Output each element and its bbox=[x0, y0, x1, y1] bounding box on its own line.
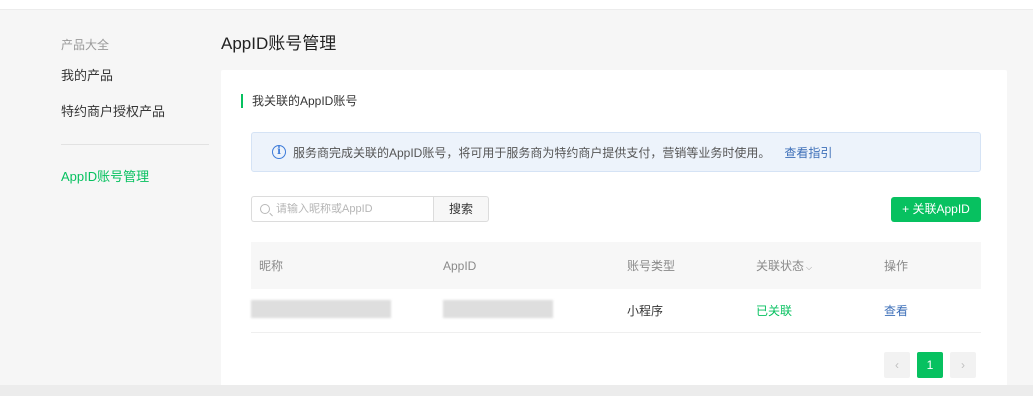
column-header-appid: AppID bbox=[443, 258, 477, 273]
cell-nickname bbox=[251, 300, 443, 321]
add-appid-button[interactable]: + 关联AppID bbox=[891, 197, 981, 222]
pagination: ‹ 1 › bbox=[884, 352, 976, 378]
column-header-nickname: 昵称 bbox=[259, 259, 284, 273]
search-field[interactable] bbox=[251, 196, 433, 222]
page-1-button[interactable]: 1 bbox=[917, 352, 943, 378]
prev-page-button[interactable]: ‹ bbox=[884, 352, 910, 378]
sidebar-item-my-products[interactable]: 我的产品 bbox=[61, 58, 209, 94]
main-card: 我关联的AppID账号 i 服务商完成关联的AppID账号，将可用于服务商为特约… bbox=[221, 70, 1007, 396]
notice-text: 服务商完成关联的AppID账号，将可用于服务商为特约商户提供支付，营销等业务时使… bbox=[293, 145, 771, 160]
page-title: AppID账号管理 bbox=[221, 34, 337, 53]
search-input[interactable] bbox=[276, 203, 426, 215]
view-guide-link[interactable]: 查看指引 bbox=[784, 144, 832, 161]
column-header-status-label: 关联状态 bbox=[756, 259, 805, 273]
sidebar-group-title: 产品大全 bbox=[61, 38, 110, 52]
search-icon bbox=[260, 204, 270, 214]
search-bar: 搜索 bbox=[251, 196, 489, 222]
column-header-status[interactable]: 关联状态 ⌵ bbox=[756, 257, 884, 274]
redacted-nickname bbox=[251, 300, 391, 318]
column-header-action: 操作 bbox=[884, 259, 909, 273]
cell-status: 已关联 bbox=[756, 304, 793, 318]
table-header: 昵称 AppID 账号类型 关联状态 ⌵ 操作 bbox=[251, 242, 981, 289]
redacted-appid bbox=[443, 300, 553, 318]
top-bar bbox=[0, 0, 1033, 10]
sidebar: 产品大全 我的产品 特约商户授权产品 AppID账号管理 bbox=[61, 30, 209, 195]
sidebar-item-appid-management[interactable]: AppID账号管理 bbox=[61, 159, 209, 195]
cell-account-type: 小程序 bbox=[627, 304, 664, 318]
cell-appid bbox=[443, 300, 627, 321]
search-button[interactable]: 搜索 bbox=[433, 196, 489, 222]
section-title: 我关联的AppID账号 bbox=[241, 94, 357, 108]
sidebar-divider bbox=[61, 144, 209, 145]
table-row: 小程序 已关联 查看 bbox=[251, 289, 981, 333]
info-icon: i bbox=[272, 145, 286, 159]
column-header-account-type: 账号类型 bbox=[627, 259, 676, 273]
next-page-button[interactable]: › bbox=[950, 352, 976, 378]
appid-table: 昵称 AppID 账号类型 关联状态 ⌵ 操作 小程序 已关联 查看 bbox=[251, 242, 981, 333]
sidebar-item-authorized-products[interactable]: 特约商户授权产品 bbox=[61, 94, 209, 130]
chevron-down-icon[interactable]: ⌵ bbox=[806, 263, 812, 272]
view-link[interactable]: 查看 bbox=[884, 302, 981, 319]
info-notice: i 服务商完成关联的AppID账号，将可用于服务商为特约商户提供支付，营销等业务… bbox=[251, 132, 981, 172]
bottom-bar bbox=[0, 385, 1033, 396]
